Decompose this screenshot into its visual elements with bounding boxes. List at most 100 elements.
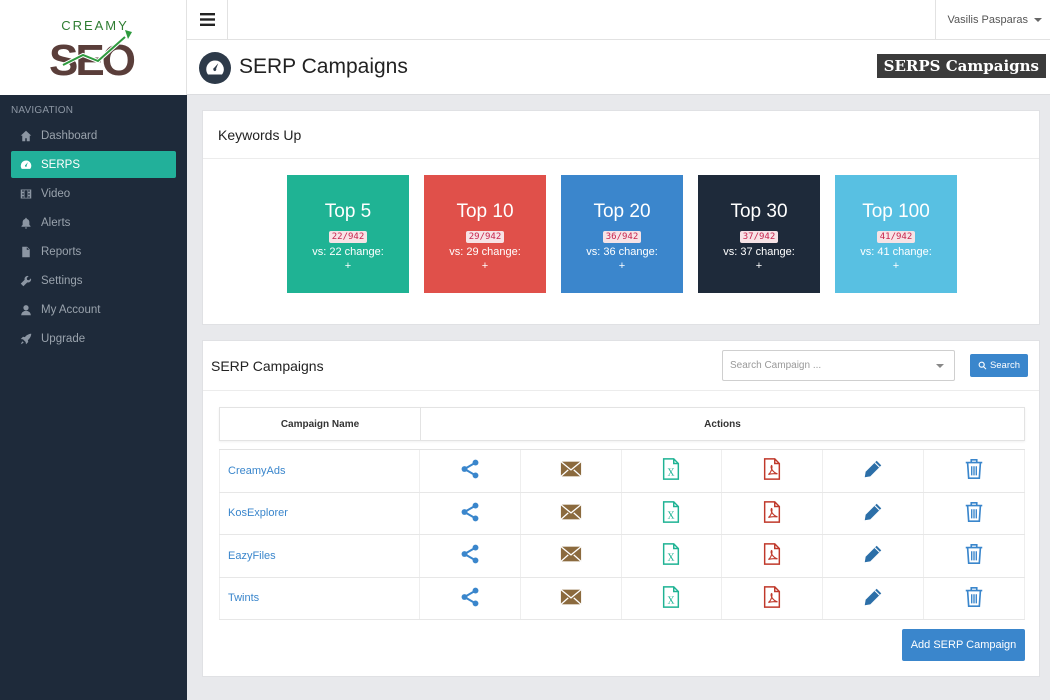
page-badge: SERPS Campaigns — [876, 54, 1046, 78]
kw-card-top-20[interactable]: Top 20 36/942 vs: 36 change: + — [561, 175, 683, 293]
pdf-file-icon — [761, 458, 783, 483]
envelope-icon — [560, 586, 582, 611]
campaign-name-link[interactable]: KosExplorer — [219, 492, 420, 534]
table-header: Campaign Name Actions — [219, 407, 1025, 441]
svg-text:CREAMY: CREAMY — [61, 18, 129, 33]
share-icon — [459, 458, 481, 483]
pdf-file-action-button[interactable] — [722, 450, 824, 492]
sidebar-item-label: Reports — [41, 245, 82, 258]
kw-card-count: 41/942 — [876, 231, 916, 243]
home-icon — [19, 129, 33, 143]
excel-file-action-button[interactable]: X — [622, 450, 723, 492]
table-body: CreamyAds X KosExplorer X EazyFiles X Twints X — [219, 449, 1025, 620]
sidebar-item-my-account[interactable]: My Account — [11, 295, 176, 324]
share-action-button[interactable] — [420, 535, 521, 577]
excel-file-action-button[interactable]: X — [622, 535, 723, 577]
pencil-action-button[interactable] — [823, 450, 924, 492]
kw-card-title: Top 30 — [730, 201, 788, 222]
creamy-seo-logo-icon: CREAMY SEO — [49, 18, 138, 83]
svg-text:X: X — [668, 510, 675, 521]
trash-action-button[interactable] — [924, 492, 1025, 534]
keyword-cards: Top 5 22/942 vs: 22 change: + Top 10 29/… — [287, 175, 957, 293]
pdf-file-action-button[interactable] — [722, 492, 824, 534]
envelope-action-button[interactable] — [521, 577, 622, 619]
pencil-action-button[interactable] — [823, 535, 924, 577]
envelope-action-button[interactable] — [521, 492, 622, 534]
sidebar-item-label: Settings — [41, 274, 83, 287]
user-menu-dropdown[interactable]: Vasilis Pasparas — [934, 0, 1050, 39]
add-serp-campaign-button[interactable]: Add SERP Campaign — [902, 629, 1025, 661]
file-icon — [19, 245, 33, 259]
sidebar-item-dashboard[interactable]: Dashboard — [11, 121, 176, 150]
page-header: SERP Campaigns SERPS Campaigns — [187, 40, 1050, 95]
kw-card-top-10[interactable]: Top 10 29/942 vs: 29 change: + — [424, 175, 546, 293]
kw-card-count: 37/942 — [739, 231, 779, 243]
chevron-down-icon — [1034, 17, 1042, 22]
envelope-action-button[interactable] — [521, 450, 622, 492]
kw-card-title: Top 5 — [324, 201, 372, 222]
envelope-icon — [560, 501, 582, 526]
trash-action-button[interactable] — [924, 450, 1025, 492]
search-campaign-select[interactable]: Search Campaign ... — [722, 350, 955, 381]
sidebar-item-alerts[interactable]: Alerts — [11, 208, 176, 237]
search-button-label: Search — [989, 360, 1021, 371]
campaign-name-link[interactable]: CreamyAds — [219, 450, 420, 492]
kw-card-top-30[interactable]: Top 30 37/942 vs: 37 change: + — [698, 175, 820, 293]
column-header-actions: Actions — [704, 418, 741, 430]
kw-card-change: vs: 41 change: — [860, 246, 932, 258]
kw-card-top-100[interactable]: Top 100 41/942 vs: 41 change: + — [835, 175, 957, 293]
pencil-action-button[interactable] — [823, 492, 924, 534]
sidebar-item-serps[interactable]: SERPS — [11, 151, 176, 178]
search-button[interactable]: Search — [970, 354, 1028, 377]
pencil-icon — [862, 501, 884, 526]
kw-card-count: 36/942 — [602, 231, 642, 243]
sidebar-item-reports[interactable]: Reports — [11, 237, 176, 266]
rocket-icon — [19, 332, 33, 346]
share-icon — [459, 543, 481, 568]
search-campaign-placeholder: Search Campaign ... — [730, 360, 822, 371]
share-action-button[interactable] — [420, 450, 521, 492]
share-action-button[interactable] — [420, 492, 521, 534]
share-action-button[interactable] — [420, 577, 521, 619]
sidebar-item-label: Dashboard — [41, 129, 98, 142]
film-icon — [19, 187, 33, 201]
sidebar-item-upgrade[interactable]: Upgrade — [11, 324, 176, 353]
pencil-action-button[interactable] — [823, 577, 924, 619]
kw-card-change: vs: 29 change: — [449, 246, 521, 258]
envelope-action-button[interactable] — [521, 535, 622, 577]
campaign-name-link[interactable]: EazyFiles — [219, 535, 420, 577]
dashboard-gauge-icon — [19, 158, 33, 172]
svg-text:X: X — [668, 553, 675, 564]
column-header-campaign-name: Campaign Name — [220, 408, 421, 440]
share-icon — [459, 586, 481, 611]
sidebar-item-settings[interactable]: Settings — [11, 266, 176, 295]
topbar: Vasilis Pasparas — [187, 0, 1050, 40]
bell-icon — [19, 216, 33, 230]
kw-card-plus: + — [618, 260, 626, 272]
campaign-name-link[interactable]: Twints — [219, 577, 420, 619]
table-row: Twints X — [219, 577, 1025, 620]
pdf-file-action-button[interactable] — [722, 535, 824, 577]
excel-file-action-button[interactable]: X — [622, 492, 723, 534]
sidebar-item-video[interactable]: Video — [11, 179, 176, 208]
pencil-icon — [862, 586, 884, 611]
excel-file-action-button[interactable]: X — [622, 577, 723, 619]
trash-action-button[interactable] — [924, 577, 1025, 619]
kw-card-count: 22/942 — [328, 231, 368, 243]
nav-heading: NAVIGATION — [11, 105, 74, 116]
table-row: CreamyAds X — [219, 450, 1025, 493]
trash-action-button[interactable] — [924, 535, 1025, 577]
kw-card-plus: + — [755, 260, 763, 272]
trash-icon — [963, 458, 985, 483]
panel-title: Keywords Up — [203, 111, 1039, 159]
kw-card-title: Top 20 — [593, 201, 651, 222]
pdf-file-action-button[interactable] — [722, 577, 824, 619]
kw-card-title: Top 10 — [456, 201, 514, 222]
kw-card-change: vs: 36 change: — [586, 246, 658, 258]
menu-toggle-button[interactable] — [187, 0, 228, 39]
kw-card-plus: + — [481, 260, 489, 272]
sidebar: CREAMY SEO NAVIGATION Dashboard SERPS Vi… — [0, 0, 187, 700]
pencil-icon — [862, 458, 884, 483]
logo[interactable]: CREAMY SEO — [0, 0, 187, 95]
kw-card-top-5[interactable]: Top 5 22/942 vs: 22 change: + — [287, 175, 409, 293]
